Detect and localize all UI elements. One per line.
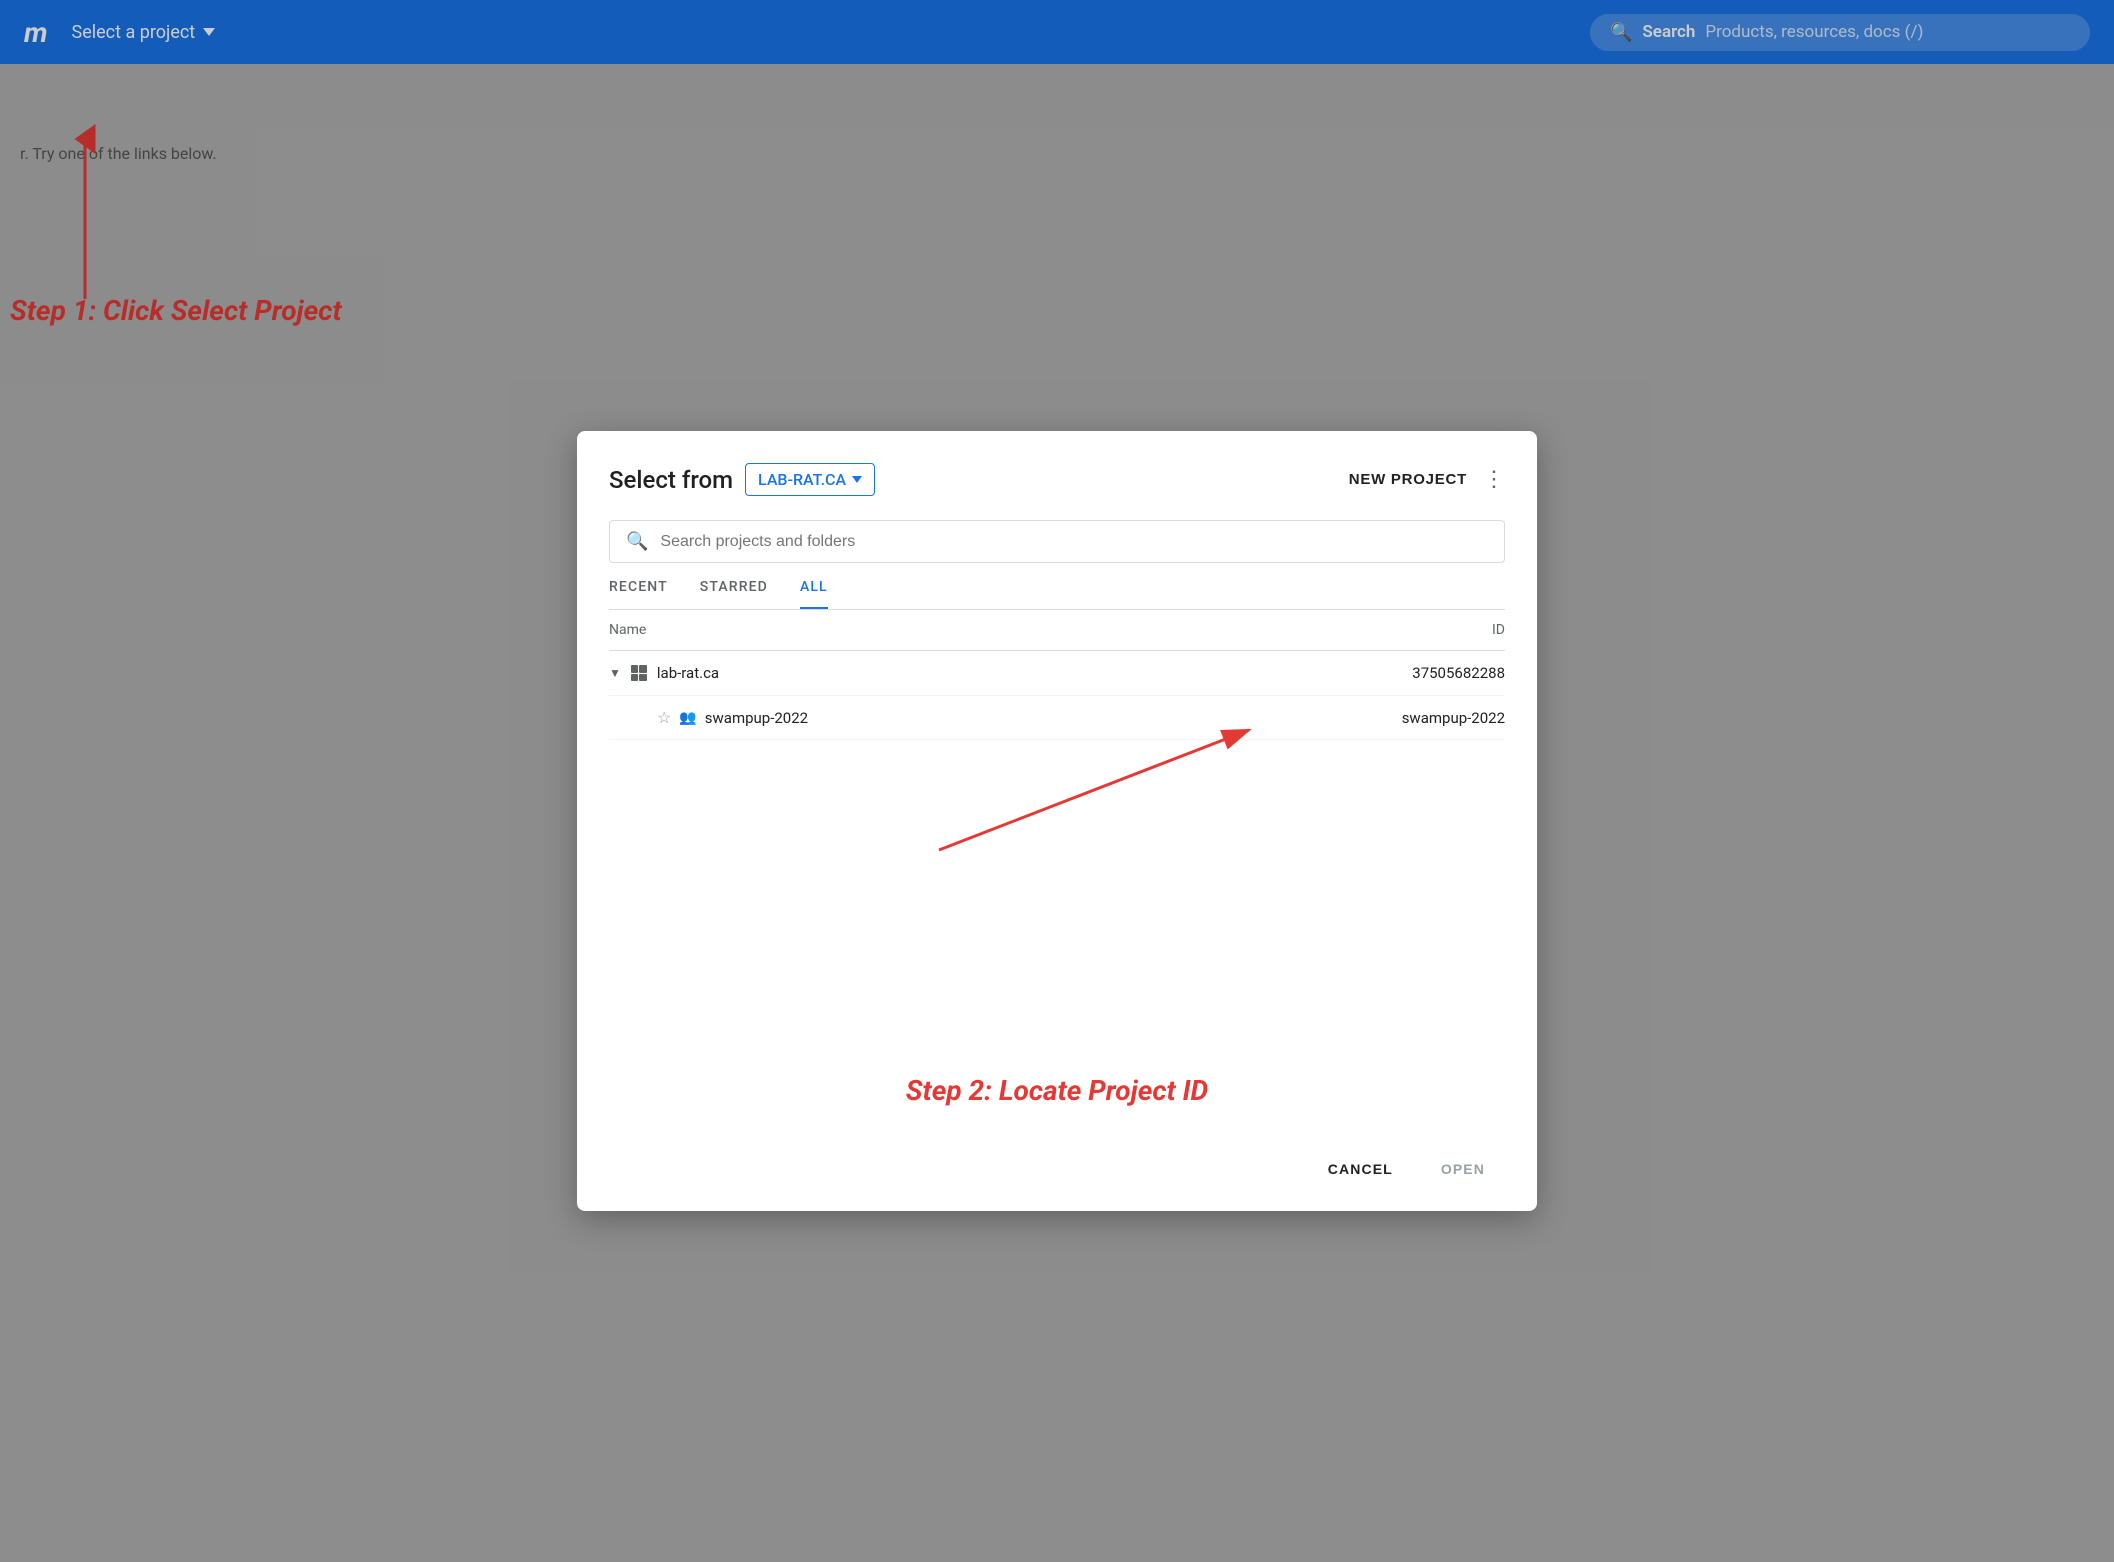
org-selector-label: LAB-RAT.CA [758, 470, 846, 489]
tab-all[interactable]: ALL [800, 579, 828, 609]
open-button[interactable]: OPEN [1421, 1151, 1505, 1187]
org-name-label: lab-rat.ca [657, 664, 719, 682]
modal-header: Select from LAB-RAT.CA NEW PROJECT ⋮ [609, 463, 1505, 496]
new-project-button[interactable]: NEW PROJECT [1349, 471, 1467, 488]
modal-header-actions: NEW PROJECT ⋮ [1349, 467, 1505, 492]
modal-title: Select from [609, 466, 733, 494]
table-header-row: Name ID [609, 610, 1505, 651]
modal-title-group: Select from LAB-RAT.CA [609, 463, 875, 496]
project-name-label: swampup-2022 [705, 709, 808, 727]
expand-arrow-icon[interactable]: ▼ [609, 666, 621, 680]
cancel-button[interactable]: CANCEL [1308, 1151, 1413, 1187]
search-icon: 🔍 [626, 531, 648, 552]
grid-icon [631, 665, 647, 681]
tab-recent[interactable]: RECENT [609, 579, 668, 609]
id-column-header: ID [1199, 610, 1505, 651]
star-icon[interactable]: ☆ [657, 708, 671, 727]
tab-starred[interactable]: STARRED [700, 579, 768, 609]
step2-arrow-svg [909, 670, 1289, 870]
modal-footer: CANCEL OPEN [609, 1127, 1505, 1211]
name-column-header: Name [609, 610, 1199, 651]
project-search-box[interactable]: 🔍 [609, 520, 1505, 563]
step2-annotation: Step 2: Locate Project ID [906, 1074, 1208, 1107]
select-project-modal: Select from LAB-RAT.CA NEW PROJECT ⋮ 🔍 R… [577, 431, 1537, 1211]
project-list-area: Name ID ▼ [609, 610, 1505, 1127]
more-options-icon[interactable]: ⋮ [1483, 467, 1505, 492]
chevron-down-icon [852, 476, 862, 483]
org-grid-icon [629, 663, 649, 683]
modal-overlay: Select from LAB-RAT.CA NEW PROJECT ⋮ 🔍 R… [0, 0, 2114, 1562]
org-selector[interactable]: LAB-RAT.CA [745, 463, 875, 496]
tabs-bar: RECENT STARRED ALL [609, 579, 1505, 610]
people-icon: 👥 [679, 710, 696, 726]
project-search-input[interactable] [660, 533, 1488, 551]
